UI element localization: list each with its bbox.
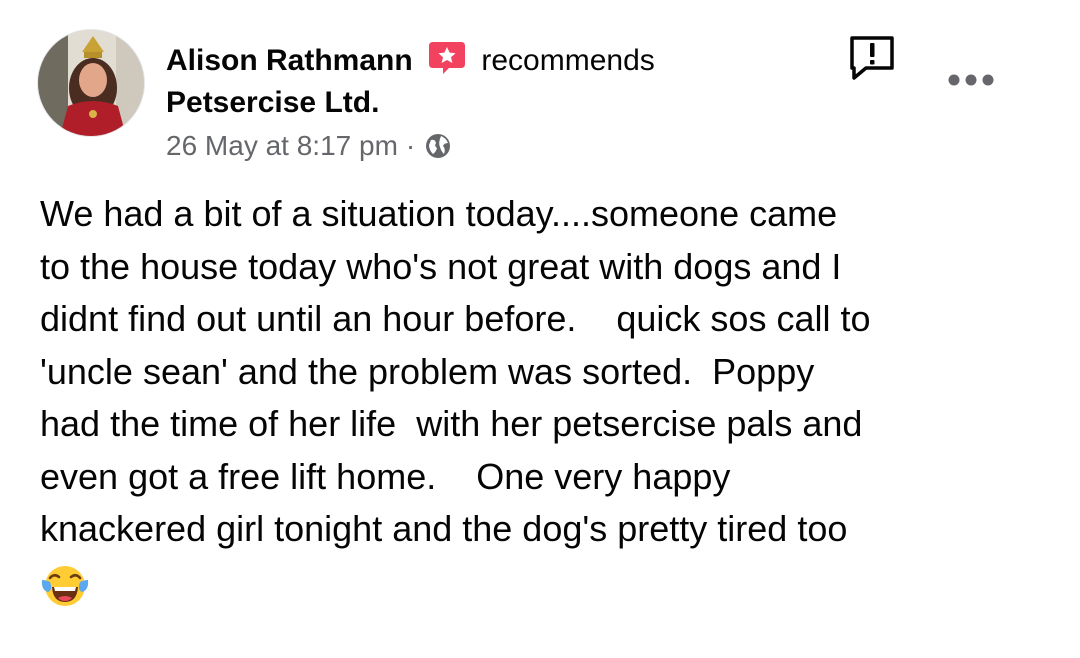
post-body-line: We had a bit of a situation today....som… bbox=[40, 193, 838, 234]
author-name[interactable]: Alison Rathmann bbox=[166, 44, 413, 77]
more-options-icon[interactable] bbox=[946, 68, 996, 92]
post-body-line: had the time of her life with her petser… bbox=[40, 403, 863, 444]
post-body-line: knackered girl tonight and the dog's pre… bbox=[40, 508, 848, 549]
profile-photo bbox=[38, 30, 144, 136]
timestamp[interactable]: 26 May at 8:17 pm bbox=[166, 130, 398, 161]
avatar[interactable] bbox=[38, 30, 144, 136]
post-meta: 26 May at 8:17 pm · bbox=[166, 128, 453, 164]
recommend-star-badge-icon bbox=[427, 40, 467, 76]
post-body-line: even got a free lift home. One very happ… bbox=[40, 455, 731, 497]
post-body-line: 'uncle sean' and the problem was sorted.… bbox=[40, 350, 815, 392]
recommendation-post: Alison Rathmann recommends Petsercise Lt… bbox=[0, 0, 1080, 658]
report-exclamation-icon[interactable] bbox=[846, 32, 898, 84]
globe-icon[interactable] bbox=[423, 131, 453, 161]
post-body: We had a bit of a situation today....som… bbox=[40, 188, 1050, 556]
post-body-line: didnt find out until an hour before. qui… bbox=[40, 298, 871, 339]
post-body-line: to the house today who's not great with … bbox=[40, 245, 842, 287]
page-line: Petsercise Ltd. bbox=[166, 84, 379, 122]
page-name[interactable]: Petsercise Ltd. bbox=[166, 86, 379, 119]
recommends-label: recommends bbox=[481, 44, 655, 77]
tears-of-joy-emoji-icon bbox=[40, 560, 90, 610]
author-line: Alison Rathmann recommends bbox=[166, 40, 655, 80]
meta-separator: · bbox=[405, 130, 416, 161]
